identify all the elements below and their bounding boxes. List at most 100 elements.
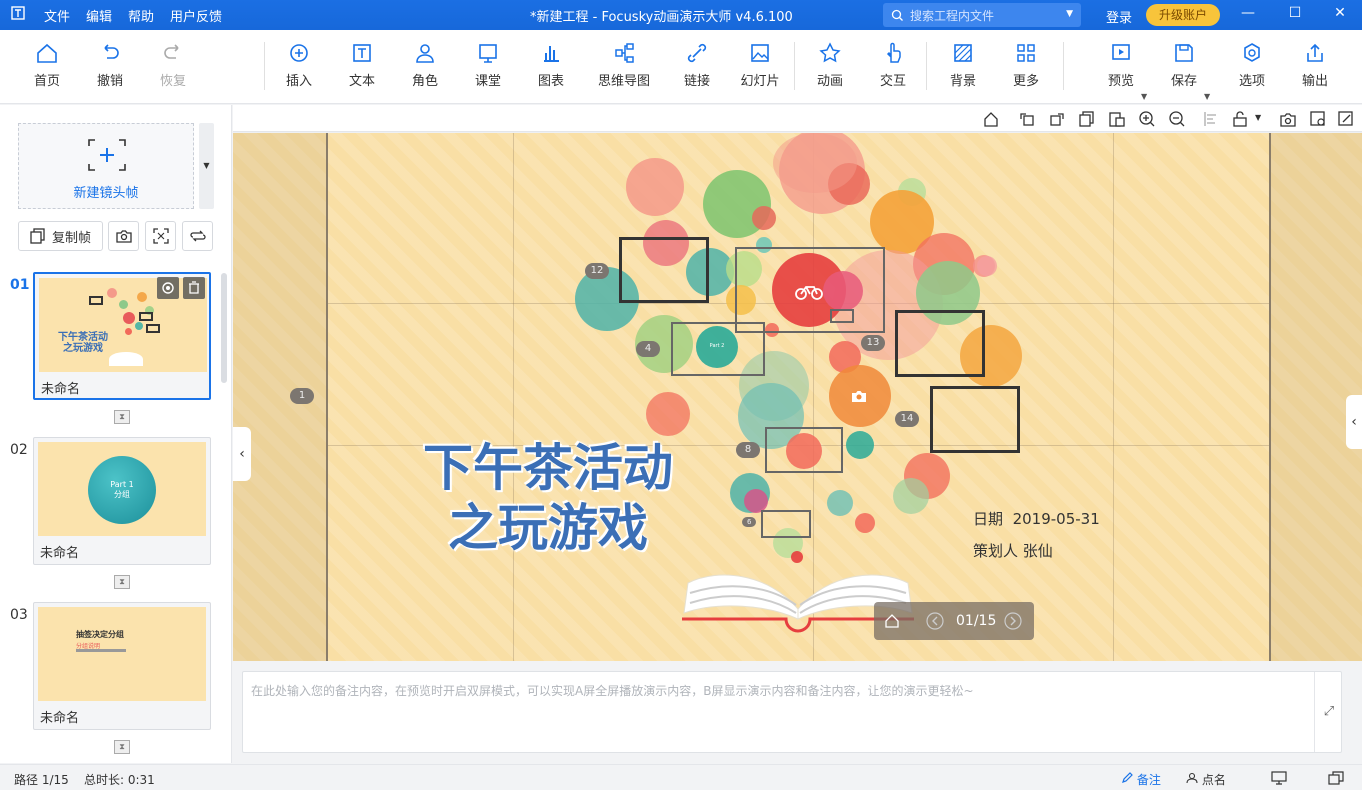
slides-button[interactable]: 幻灯片: [729, 42, 791, 89]
options-button[interactable]: 选项: [1221, 42, 1283, 89]
camera-icon: [115, 230, 132, 243]
save-button[interactable]: 保存: [1153, 42, 1215, 89]
mindmap-icon: [615, 43, 634, 63]
prev-icon[interactable]: [926, 612, 944, 630]
export-button[interactable]: 输出: [1284, 42, 1346, 89]
animation-button[interactable]: 动画: [799, 42, 861, 89]
zoom-out-icon[interactable]: [1167, 109, 1187, 129]
collapse-right-icon[interactable]: ‹: [1346, 395, 1362, 449]
camera-icon[interactable]: [1278, 109, 1298, 129]
preview-dropdown-icon[interactable]: ▼: [1141, 92, 1147, 101]
role-button[interactable]: 角色: [394, 42, 456, 89]
person-icon: [1186, 772, 1198, 784]
transition-icon[interactable]: ⧗: [114, 740, 130, 754]
frame-14[interactable]: [930, 386, 1020, 453]
frame-small[interactable]: [830, 309, 854, 323]
roll-call-button[interactable]: 点名: [1186, 771, 1226, 788]
class-button[interactable]: 课堂: [457, 42, 519, 89]
notes-textarea[interactable]: 在此处输入您的备注内容，在预览时开启双屏模式，可以实现A屏全屏播放演示内容，B屏…: [242, 671, 1342, 753]
upgrade-button[interactable]: 升级账户: [1146, 4, 1220, 26]
background-button[interactable]: 背景: [932, 42, 994, 89]
maximize-icon[interactable]: ☐: [1285, 5, 1305, 21]
mindmap-button[interactable]: 思维导图: [592, 42, 656, 89]
path-badge-4[interactable]: 4: [636, 341, 660, 357]
minimize-icon[interactable]: —: [1238, 5, 1258, 21]
app-logo-icon[interactable]: [0, 6, 36, 24]
new-frame-dropdown[interactable]: ▼: [199, 123, 214, 209]
transition-icon[interactable]: ⧗: [114, 410, 130, 424]
presentation-canvas[interactable]: Part 2 1 12 4 13 14 8 6 下午茶活动 之玩游戏 日期 20…: [233, 133, 1362, 661]
chevron-down-icon[interactable]: ▼: [1066, 9, 1073, 19]
search-input[interactable]: 搜索工程内文件 ▼: [883, 3, 1081, 27]
expand-icon[interactable]: ⤢: [1314, 672, 1343, 752]
paste-icon[interactable]: [1107, 109, 1127, 129]
convert-button[interactable]: [182, 221, 213, 251]
new-frame-button[interactable]: 新建镜头帧: [18, 123, 194, 209]
login-link[interactable]: 登录: [1106, 7, 1132, 26]
toolbar-divider: [264, 42, 265, 90]
transition-icon[interactable]: ⧗: [114, 575, 130, 589]
copy-icon[interactable]: [1077, 109, 1097, 129]
rotate-left-icon[interactable]: [1017, 109, 1037, 129]
slide-title[interactable]: 下午茶活动 之玩游戏: [403, 438, 693, 558]
path-badge-12[interactable]: 12: [585, 263, 609, 279]
home-icon[interactable]: [884, 613, 900, 629]
frame-4[interactable]: [671, 322, 765, 376]
menu-edit[interactable]: 编辑: [78, 6, 120, 25]
collapse-left-icon[interactable]: ‹: [233, 427, 251, 481]
panel-scrollbar[interactable]: [221, 273, 227, 383]
author-text[interactable]: 策划人 张仙: [973, 540, 1053, 561]
close-icon[interactable]: ✕: [1330, 5, 1350, 21]
frame-bicycle[interactable]: [735, 247, 885, 333]
frame-settings-icon[interactable]: [157, 277, 179, 299]
align-icon[interactable]: [1201, 109, 1221, 129]
rotate-right-icon[interactable]: [1047, 109, 1067, 129]
lock-dropdown-icon[interactable]: ▼: [1255, 113, 1261, 122]
slide-item-2[interactable]: Part 1 分组 未命名: [33, 437, 211, 565]
more-button[interactable]: 更多: [995, 42, 1057, 89]
new-frame-icon: [88, 139, 126, 171]
slide-item-1[interactable]: 下午茶活动 之玩游戏 未命名: [33, 272, 211, 400]
snapshot-button[interactable]: [108, 221, 139, 251]
zoom-in-icon[interactable]: [1137, 109, 1157, 129]
path-badge-6[interactable]: 6: [742, 517, 757, 527]
undo-button[interactable]: 撤销: [79, 42, 141, 89]
frame-settings-icon[interactable]: [1308, 109, 1328, 129]
camera-icon[interactable]: [851, 389, 867, 403]
frame-8[interactable]: [765, 427, 843, 473]
redo-button[interactable]: 恢复: [142, 42, 204, 89]
screen-icon[interactable]: [1271, 771, 1287, 785]
interact-button[interactable]: 交互: [862, 42, 924, 89]
background-icon: [954, 44, 972, 62]
insert-button[interactable]: 插入: [268, 42, 330, 89]
menu-file[interactable]: 文件: [36, 6, 78, 25]
path-badge-13[interactable]: 13: [861, 335, 885, 351]
convert-icon: [189, 230, 206, 242]
home-button[interactable]: 首页: [16, 42, 78, 89]
link-button[interactable]: 链接: [666, 42, 728, 89]
text-button[interactable]: 文本: [331, 42, 393, 89]
save-dropdown-icon[interactable]: ▼: [1204, 92, 1210, 101]
home-view-icon[interactable]: [981, 109, 1001, 129]
slide-item-3[interactable]: 抽签决定分组 分组说明 未命名: [33, 602, 211, 730]
next-icon[interactable]: [1004, 612, 1022, 630]
path-badge-8[interactable]: 8: [736, 442, 760, 458]
frame-13[interactable]: [895, 310, 985, 377]
notes-toggle-button[interactable]: 备注: [1121, 771, 1161, 788]
frame-12[interactable]: [619, 237, 709, 303]
edit-icon: [1122, 772, 1133, 783]
date-text[interactable]: 日期 2019-05-31: [973, 508, 1100, 529]
delete-icon[interactable]: [183, 277, 205, 299]
path-badge-1[interactable]: 1: [290, 388, 314, 404]
menu-help[interactable]: 帮助: [120, 6, 162, 25]
window-icon[interactable]: [1328, 771, 1344, 785]
path-badge-14[interactable]: 14: [895, 411, 919, 427]
fit-frame-button[interactable]: [145, 221, 176, 251]
copy-frame-button[interactable]: 复制帧: [18, 221, 103, 251]
preview-button[interactable]: 预览: [1090, 42, 1152, 89]
chart-button[interactable]: 图表: [520, 42, 582, 89]
menu-feedback[interactable]: 用户反馈: [162, 6, 230, 25]
edit-icon[interactable]: [1336, 109, 1356, 129]
lock-icon[interactable]: [1231, 109, 1251, 129]
bar-chart-icon: [544, 46, 559, 62]
